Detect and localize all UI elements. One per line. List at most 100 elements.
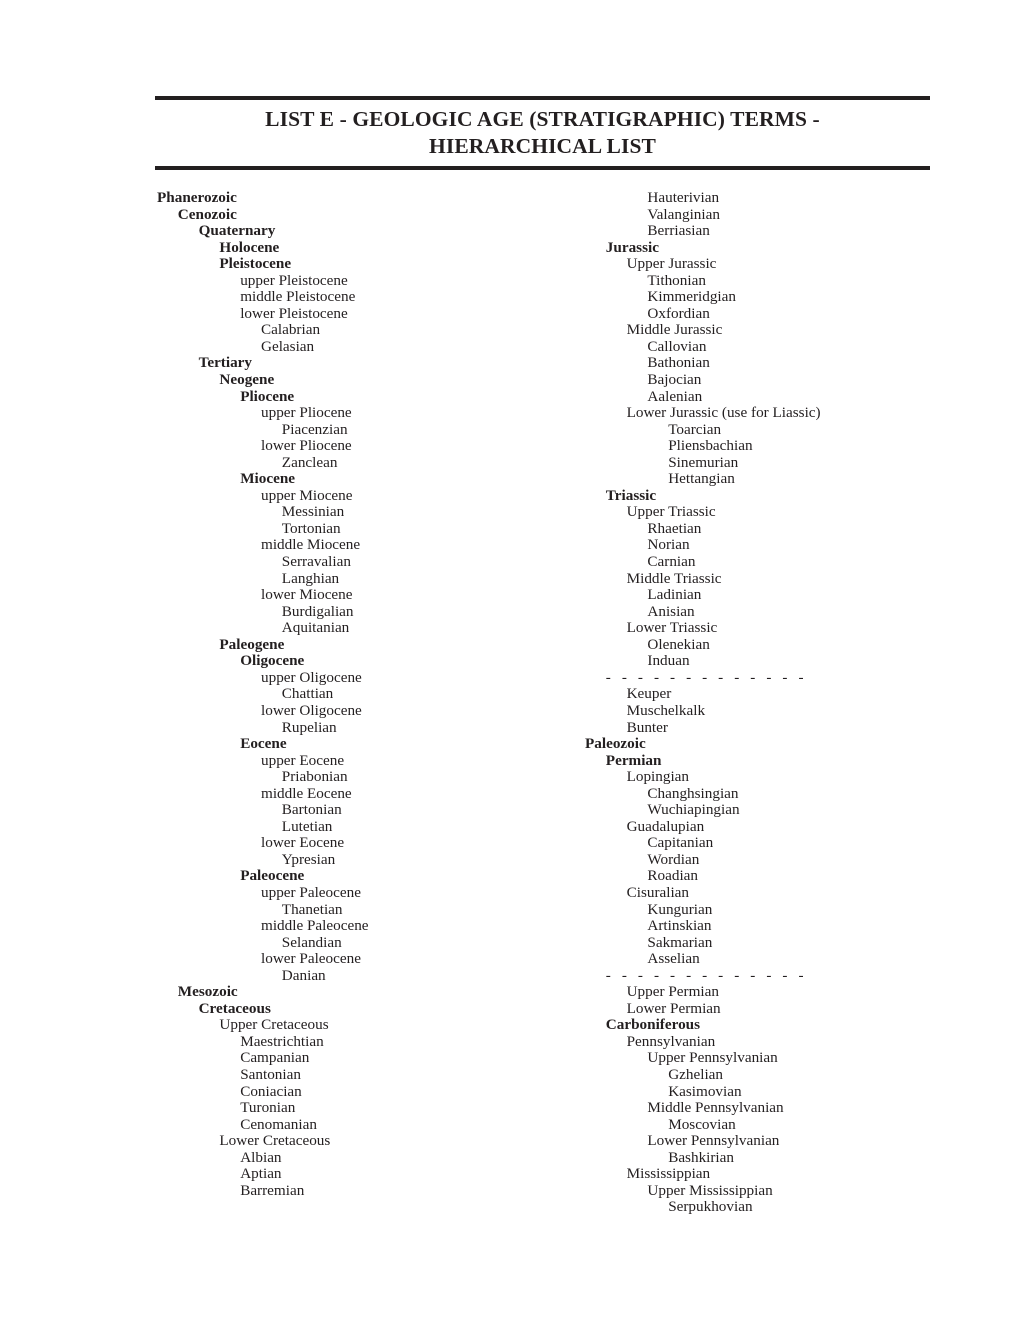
hierarchy-term: Middle Triassic xyxy=(626,569,722,587)
hierarchy-term-bold: Phanerozoic xyxy=(157,189,237,206)
page-title: LIST E - GEOLOGIC AGE (STRATIGRAPHIC) TE… xyxy=(155,100,930,163)
hierarchy-term-bold: Mesozoic xyxy=(177,983,238,1001)
hierarchy-term: Aalenian xyxy=(647,387,703,405)
hierarchy-term: Roadian xyxy=(647,867,699,885)
hierarchy-term: Wordian xyxy=(647,850,700,868)
hierarchy-term: Aptian xyxy=(240,1165,282,1183)
hierarchy-term-bold: Holocene xyxy=(219,238,280,256)
hierarchy-term: Aquitanian xyxy=(281,619,350,637)
hierarchy-term: lower Paleocene xyxy=(261,950,361,968)
hierarchy-term: Upper Cretaceous xyxy=(219,1016,329,1034)
hierarchy-term: Upper Jurassic xyxy=(626,255,717,273)
hierarchy-term-bold: Jurassic xyxy=(605,238,659,256)
hierarchy-term: Wuchiapingian xyxy=(647,801,740,819)
hierarchy-term: Tithonian xyxy=(647,271,706,289)
title-block: LIST E - GEOLOGIC AGE (STRATIGRAPHIC) TE… xyxy=(155,96,930,170)
hierarchy-term: Hauterivian xyxy=(647,189,720,206)
hierarchy-term: lower Miocene xyxy=(261,586,353,604)
document-page: LIST E - GEOLOGIC AGE (STRATIGRAPHIC) TE… xyxy=(0,0,1020,1320)
hierarchy-term: Mississippian xyxy=(626,1165,711,1183)
hierarchy-term: upper Paleocene xyxy=(261,883,361,901)
hierarchy-term: Coniacian xyxy=(240,1082,302,1100)
hierarchy-term: upper Eocene xyxy=(261,751,345,769)
hierarchy-term: middle Eocene xyxy=(261,784,352,802)
hierarchy-term: Bajocian xyxy=(647,371,702,389)
hierarchy-term: Rupelian xyxy=(281,718,337,736)
hierarchy-term: Chattian xyxy=(281,685,334,703)
hierarchy-term: middle Miocene xyxy=(261,536,361,554)
hierarchy-term: Upper Permian xyxy=(626,983,719,1001)
hierarchy-term: Upper Triassic xyxy=(626,503,716,521)
hierarchy-term: Albian xyxy=(240,1148,282,1166)
hierarchy-term: Pliensbachian xyxy=(668,437,753,455)
hierarchy-term: Burdigalian xyxy=(281,602,354,620)
hierarchy-term-bold: Pleistocene xyxy=(219,255,292,273)
hierarchy-term: Priabonian xyxy=(281,768,348,786)
hierarchy-term: Norian xyxy=(647,536,690,554)
page-title-line-1: LIST E - GEOLOGIC AGE (STRATIGRAPHIC) TE… xyxy=(265,107,820,131)
hierarchy-term: Hettangian xyxy=(668,470,735,488)
hierarchy-term: Ypresian xyxy=(281,850,336,868)
hierarchy-term: Lower Cretaceous xyxy=(219,1132,331,1150)
hierarchy-term: Lower Jurassic (use for Liassic) xyxy=(626,404,821,422)
left-column: Phanerozoic Cenozoic Quaternary Holocene Ple… xyxy=(157,189,577,1199)
hierarchy-term: upper Miocene xyxy=(261,486,353,504)
hierarchy-term: Serpukhovian xyxy=(668,1198,753,1216)
hierarchy-term-bold: Tertiary xyxy=(198,354,253,372)
hierarchy-term-bold: Triassic xyxy=(605,486,657,504)
hierarchy-term: Lower Permian xyxy=(626,999,721,1017)
hierarchy-term: Rhaetian xyxy=(647,519,702,537)
hierarchy-term-bold: Paleogene xyxy=(219,635,285,653)
hierarchy-term: Induan xyxy=(647,652,690,670)
hierarchy-term-bold: Permian xyxy=(605,751,662,769)
hierarchy-term: Lopingian xyxy=(626,768,690,786)
hierarchy-term-bold: Pliocene xyxy=(240,387,295,405)
section-separator: - - - - - - - - - - - - - xyxy=(605,966,808,984)
hierarchy-term: Kimmeridgian xyxy=(647,288,736,306)
hierarchy-term: Ladinian xyxy=(647,586,702,604)
hierarchy-term: lower Pleistocene xyxy=(240,304,348,322)
hierarchy-term: Capitanian xyxy=(647,834,714,852)
hierarchy-term: middle Paleocene xyxy=(261,917,369,935)
hierarchy-term: Moscovian xyxy=(668,1115,736,1133)
hierarchy-term: Upper Mississippian xyxy=(647,1181,773,1199)
hierarchy-term: Lower Pennsylvanian xyxy=(647,1132,780,1150)
hierarchy-term: Berriasian xyxy=(647,222,710,240)
hierarchy-term: Toarcian xyxy=(668,420,722,438)
hierarchy-term: Thanetian xyxy=(281,900,343,918)
hierarchy-term: Kasimovian xyxy=(668,1082,742,1100)
hierarchy-term: Danian xyxy=(281,966,326,984)
hierarchy-term: Lower Triassic xyxy=(626,619,718,637)
hierarchy-term: lower Pliocene xyxy=(261,437,352,455)
page-title-line-2: HIERARCHICAL LIST xyxy=(429,133,656,158)
hierarchy-term: Callovian xyxy=(647,337,707,355)
hierarchy-term-bold: Paleocene xyxy=(240,867,305,885)
hierarchy-term: Cisuralian xyxy=(626,883,690,901)
hierarchy-term: Artinskian xyxy=(647,917,712,935)
hierarchy-term: Campanian xyxy=(240,1049,310,1067)
right-column: Hauterivian Valanginian Berriasian Jurassic… xyxy=(585,189,1005,1216)
hierarchy-term-bold: Neogene xyxy=(219,371,275,389)
hierarchy-term: Oxfordian xyxy=(647,304,710,322)
hierarchy-term: Olenekian xyxy=(647,635,710,653)
hierarchy-term-bold: Cenozoic xyxy=(177,205,237,223)
hierarchy-term: Piacenzian xyxy=(281,420,348,438)
hierarchy-term: lower Oligocene xyxy=(261,701,362,719)
hierarchy-term: Sakmarian xyxy=(647,933,713,951)
hierarchy-term-bold: Oligocene xyxy=(240,652,305,670)
hierarchy-term: Turonian xyxy=(240,1099,296,1117)
hierarchy-term: Santonian xyxy=(240,1065,301,1083)
hierarchy-term: Cenomanian xyxy=(240,1115,317,1133)
hierarchy-term: Changhsingian xyxy=(647,784,739,802)
section-separator: - - - - - - - - - - - - - xyxy=(605,668,808,686)
hierarchy-term: Upper Pennsylvanian xyxy=(647,1049,778,1067)
header-rule-bottom xyxy=(155,166,930,170)
hierarchy-term-bold: Eocene xyxy=(240,735,287,753)
hierarchy-term-bold: Paleozoic xyxy=(585,735,646,753)
hierarchy-term: Valanginian xyxy=(647,205,720,223)
hierarchy-term: Anisian xyxy=(647,602,695,620)
hierarchy-term-bold: Carboniferous xyxy=(605,1016,701,1034)
hierarchy-term: Serravalian xyxy=(281,553,351,571)
hierarchy-term: Bashkirian xyxy=(668,1148,734,1166)
hierarchy-term: Muschelkalk xyxy=(626,701,706,719)
